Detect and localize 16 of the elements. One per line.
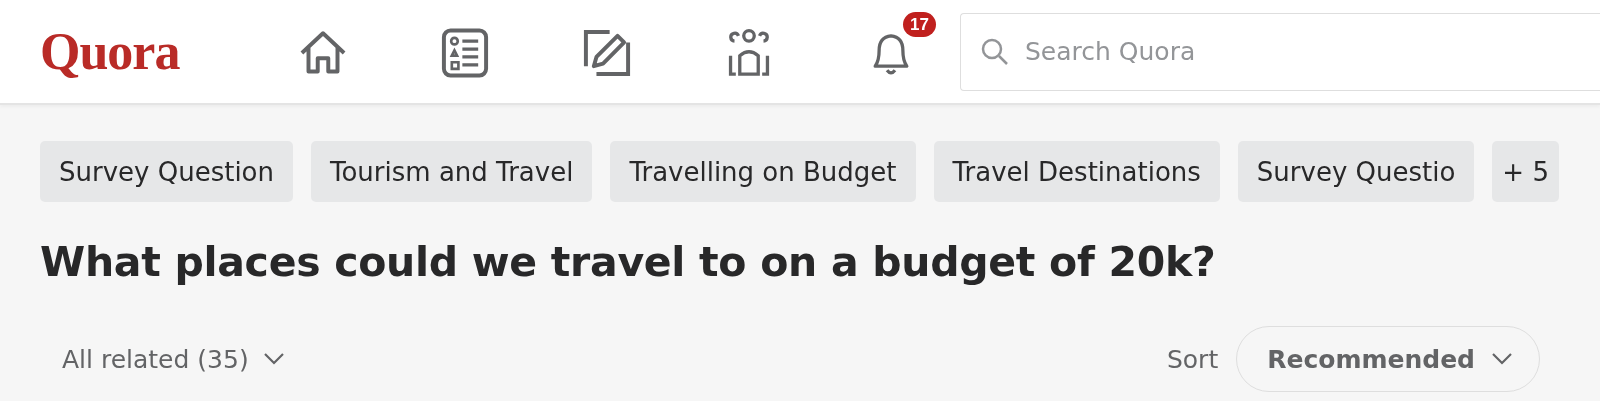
logo[interactable]: Quora bbox=[40, 22, 216, 81]
notifications-nav-button[interactable]: 17 bbox=[862, 11, 936, 86]
question-title: What places could we travel to on a budget of 20k? bbox=[40, 238, 1217, 286]
chevron-down-icon bbox=[262, 352, 285, 366]
filter-dropdown[interactable]: All related (35) bbox=[40, 344, 285, 374]
chevron-down-icon bbox=[1491, 352, 1513, 366]
search-icon bbox=[980, 36, 1010, 67]
notification-badge: 17 bbox=[903, 11, 936, 37]
more-topics-button[interactable]: + 5 bbox=[1492, 141, 1559, 202]
sort-label: Sort bbox=[1166, 344, 1219, 374]
topic-tag[interactable]: Survey Questio bbox=[1237, 141, 1475, 202]
topic-tag[interactable]: Tourism and Travel bbox=[311, 141, 593, 202]
topic-tag[interactable]: Travelling on Budget bbox=[610, 141, 916, 202]
topic-tag[interactable]: Survey Question bbox=[40, 141, 293, 202]
topic-tag[interactable]: Travel Destinations bbox=[933, 141, 1220, 202]
search-field[interactable]: Search Quora bbox=[960, 12, 1600, 91]
